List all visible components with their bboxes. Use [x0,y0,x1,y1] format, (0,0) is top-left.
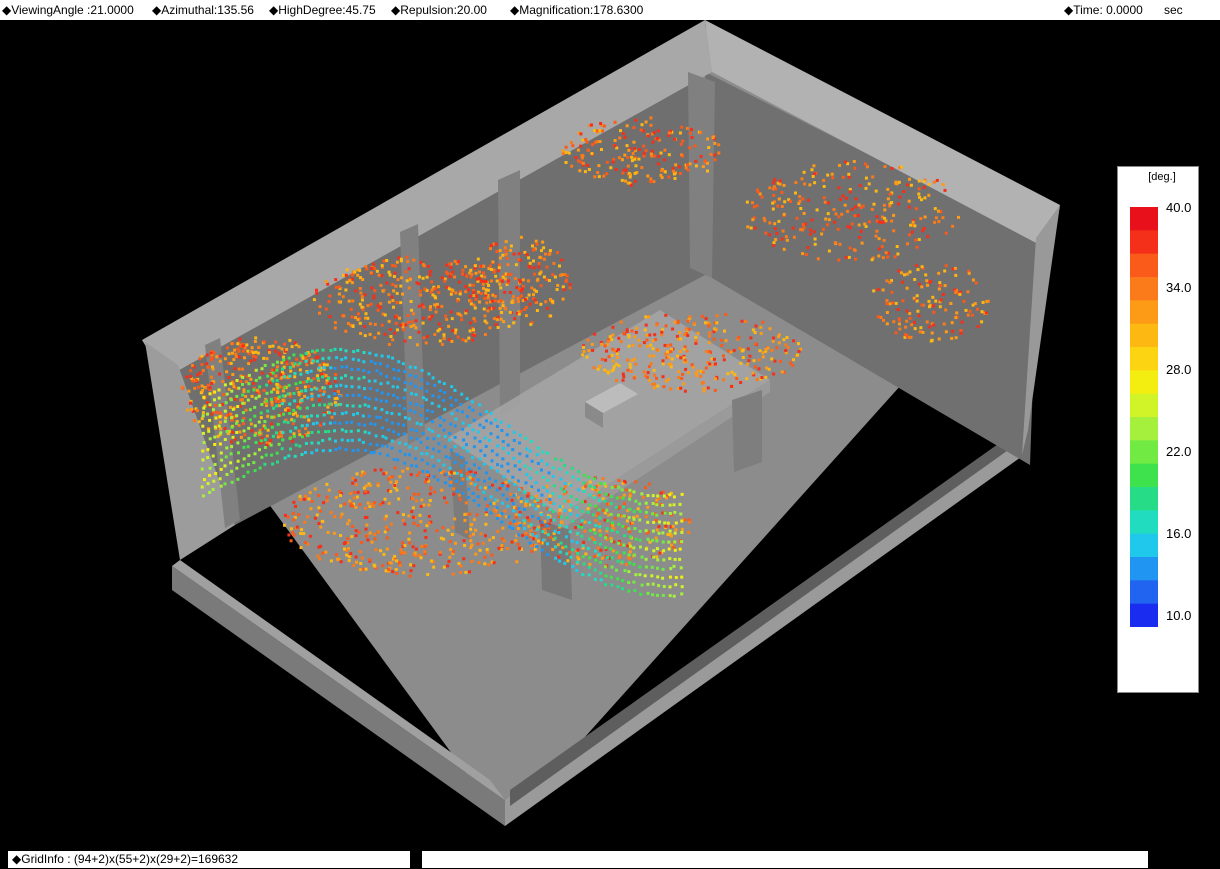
repulsion-readout: ◆Repulsion:20.00 [391,3,487,17]
legend-band [1130,580,1158,605]
legend-unit: [deg.] [1148,171,1176,183]
message-field[interactable] [422,851,1148,868]
legend-band [1130,207,1158,231]
viewing-angle-readout: ◆ViewingAngle :21.0000 [2,3,134,17]
color-legend: [deg.] 40.0 34.0 28.0 22.0 16.0 10.0 [1117,166,1199,693]
legend-band [1130,510,1158,535]
legend-tick-34: 34.0 [1166,280,1192,295]
legend-band [1130,253,1158,278]
legend-band [1130,557,1158,581]
legend-band [1130,393,1158,418]
legend-band [1130,463,1158,488]
room-scene [142,20,1060,826]
legend-band [1130,277,1158,301]
grid-info-field: ◆GridInfo : (94+2)x(55+2)x(29+2)=169632 [8,851,410,868]
legend-band [1130,603,1158,627]
legend-band [1130,347,1158,371]
legend-tick-10: 10.0 [1166,608,1192,623]
parameter-bar: ◆ViewingAngle :21.0000 ◆Azimuthal:135.56… [0,0,1220,20]
azimuthal-readout: ◆Azimuthal:135.56 [152,3,254,17]
legend-band [1130,417,1158,441]
legend-band [1130,487,1158,511]
legend-band [1130,533,1158,558]
legend-tick-40: 40.0 [1166,200,1192,215]
table-leg-back-right [732,390,762,472]
pilaster-4 [688,72,715,278]
high-degree-readout: ◆HighDegree:45.75 [269,3,376,17]
legend-band [1130,230,1158,255]
time-unit: sec [1164,3,1183,17]
3d-viewport[interactable] [0,20,1220,846]
legend-band [1130,370,1158,395]
time-readout: ◆Time: 0.0000 [1064,3,1143,17]
legend-band [1130,440,1158,465]
legend-tick-16: 16.0 [1166,526,1192,541]
legend-band [1130,323,1158,348]
legend-tick-22: 22.0 [1166,444,1192,459]
magnification-readout: ◆Magnification:178.6300 [510,3,644,17]
legend-tick-28: 28.0 [1166,362,1192,377]
legend-band [1130,300,1158,325]
legend-color-bar [1130,207,1158,627]
